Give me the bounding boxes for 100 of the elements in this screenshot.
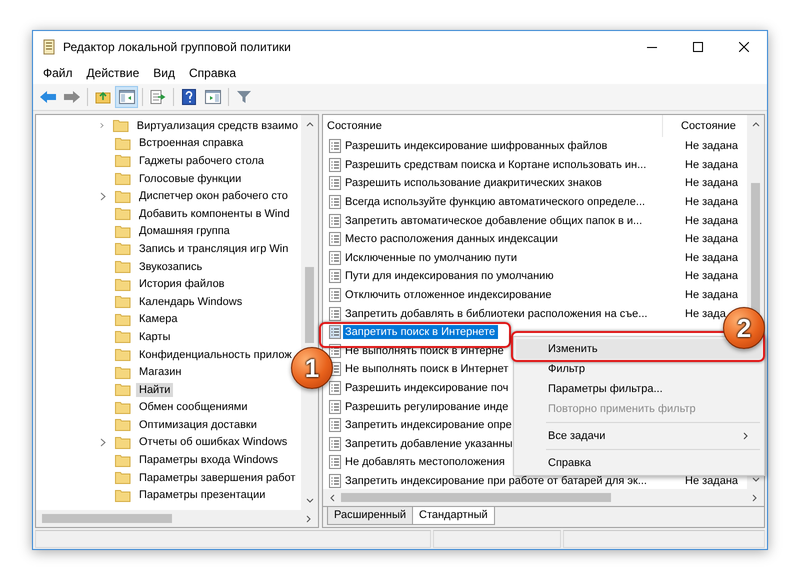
context-menu-item[interactable]: Все задачи — [516, 426, 762, 446]
tree-item[interactable]: Параметры входа Windows — [136, 453, 282, 468]
context-menu-item[interactable]: Изменить — [516, 339, 762, 359]
scroll-left-icon[interactable] — [329, 494, 335, 502]
scroll-right-icon[interactable] — [752, 494, 758, 502]
tree-item[interactable]: Диспетчер окон рабочего сто — [136, 189, 291, 204]
state-cell-text: Не задана — [684, 158, 738, 171]
tree-item[interactable]: Параметры завершения работ — [136, 470, 298, 485]
tree-item[interactable]: Карты — [136, 330, 174, 344]
tree-item[interactable]: Голосовые функции — [136, 172, 244, 186]
column-header[interactable]: Состояние — [663, 120, 736, 132]
tree-item[interactable]: Звукозапись — [136, 260, 206, 274]
folder-icon — [115, 242, 131, 256]
folder-icon — [115, 418, 131, 432]
tree-item[interactable]: Магазин — [136, 365, 184, 380]
context-menu-item[interactable]: Параметры фильтра... — [516, 379, 762, 399]
folder-icon — [115, 172, 131, 186]
folder-icon — [115, 136, 131, 150]
document-icon — [329, 269, 341, 284]
policy-row[interactable]: Исключенные по умолчанию пути — [343, 250, 520, 265]
folder-icon — [115, 454, 131, 467]
document-icon — [329, 176, 341, 190]
policy-row[interactable]: Не выполнять поиск в Интернет — [343, 362, 512, 376]
tree-item[interactable]: Отчеты об ошибках Windows — [136, 435, 290, 450]
menu-item[interactable]: Справка — [182, 66, 244, 80]
tree-item[interactable]: Камера — [136, 312, 180, 326]
document-icon — [329, 400, 341, 414]
folder-icon — [115, 488, 131, 502]
document-icon — [329, 288, 341, 302]
folder-icon — [115, 436, 131, 449]
tree-item[interactable]: Оптимизация доставки — [136, 418, 260, 432]
menu-item[interactable]: Действие — [80, 66, 146, 80]
policy-row[interactable]: Место расположения данных индексации — [343, 232, 561, 246]
document-icon — [329, 306, 341, 321]
state-cell-text: Не задана — [684, 214, 738, 227]
state-cell-text: Не задана — [684, 140, 738, 152]
document-icon — [329, 381, 341, 396]
scroll-down-icon[interactable] — [306, 498, 314, 504]
folder-icon — [115, 471, 131, 484]
document-icon — [329, 195, 341, 210]
state-cell-text: Не задана — [684, 252, 738, 264]
policy-row[interactable]: Разрешить регулирование инде — [343, 400, 512, 414]
tree-item[interactable]: Виртуализация средств взаимо — [134, 118, 301, 133]
scroll-up-icon[interactable] — [306, 121, 314, 127]
view-tab[interactable]: Стандартный — [412, 507, 495, 525]
folder-icon — [115, 366, 131, 379]
policy-row[interactable]: Не добавлять местоположения — [343, 455, 508, 470]
folder-up-icon — [94, 90, 110, 104]
view-tab[interactable]: Расширенный — [327, 507, 413, 525]
context-menu-item[interactable]: Справка — [516, 453, 762, 473]
column-header[interactable]: Состояние — [323, 115, 663, 137]
policy-row[interactable]: Разрешить индексирование шифрованных файлов — [343, 139, 610, 154]
state-cell-text: Не задана — [684, 289, 738, 302]
folder-icon — [115, 295, 131, 308]
document-icon — [329, 232, 341, 246]
policy-row[interactable]: Запретить поиск в Интернете — [343, 325, 498, 340]
folder-icon — [115, 278, 131, 291]
tree-item[interactable]: История файлов — [136, 277, 228, 292]
document-icon — [329, 474, 341, 488]
policy-row[interactable]: Всегда используйте функцию автоматического определе... — [343, 195, 648, 210]
document-icon — [329, 418, 341, 432]
policy-row[interactable]: Запретить индексирование при работе от батарей для эк... — [343, 474, 650, 488]
folder-icon — [115, 330, 131, 344]
tree-item[interactable]: Добавить компоненты в Wind — [136, 206, 293, 221]
state-cell-text: Не задана — [684, 270, 738, 282]
policy-row[interactable]: Отключить отложенное индексирование — [343, 288, 555, 302]
scroll-up-icon[interactable] — [752, 121, 760, 127]
tree-item[interactable]: Календарь Windows — [136, 294, 246, 309]
tree-item[interactable]: Домашняя группа — [136, 224, 233, 238]
policy-row[interactable]: Разрешить индексирование поч — [343, 381, 512, 396]
tree-item[interactable]: Гаджеты рабочего стола — [136, 154, 268, 168]
horizontal-scrollbar[interactable] — [36, 510, 318, 527]
scroll-right-icon[interactable] — [306, 514, 312, 522]
policy-row[interactable]: Запретить автоматическое добавление общих папок в и... — [343, 214, 646, 228]
scroll-down-icon[interactable] — [752, 477, 760, 483]
scroll-thumb[interactable] — [305, 267, 314, 343]
show-tree-button[interactable] — [115, 86, 138, 108]
pane-icon — [118, 90, 134, 104]
menu-item[interactable]: Файл — [36, 66, 80, 80]
document-icon — [329, 455, 341, 470]
tree-item[interactable]: Запись и трансляция игр Win — [136, 242, 292, 256]
vertical-scrollbar[interactable] — [301, 115, 318, 510]
document-icon — [329, 158, 341, 172]
policy-row[interactable]: Пути для индексирования по умолчанию — [343, 269, 557, 284]
scroll-icon — [41, 38, 57, 54]
context-menu-item[interactable]: Фильтр — [516, 359, 762, 379]
tree-item[interactable]: Найти — [136, 382, 174, 397]
policy-row[interactable]: Запретить добавление указанны — [343, 436, 516, 451]
left-arrow-icon — [38, 90, 56, 104]
horizontal-scrollbar[interactable] — [323, 489, 764, 506]
folder-icon — [115, 190, 131, 203]
tree-item[interactable]: Обмен сообщениями — [136, 400, 251, 414]
policy-row[interactable]: Разрешить средствам поиска и Кортане использовать ин... — [343, 158, 650, 172]
policy-row[interactable]: Запретить добавлять в библиотеки расположения на съе... — [343, 306, 650, 321]
policy-row[interactable]: Запретить индексирование опре — [343, 418, 515, 432]
filter-icon — [236, 90, 252, 104]
tree-item[interactable]: Параметры презентации — [136, 488, 268, 502]
policy-row[interactable]: Разрешить использование диакритических знаков — [343, 176, 605, 190]
menu-item[interactable]: Вид — [146, 66, 182, 80]
tree-item[interactable]: Встроенная справка — [136, 136, 246, 150]
